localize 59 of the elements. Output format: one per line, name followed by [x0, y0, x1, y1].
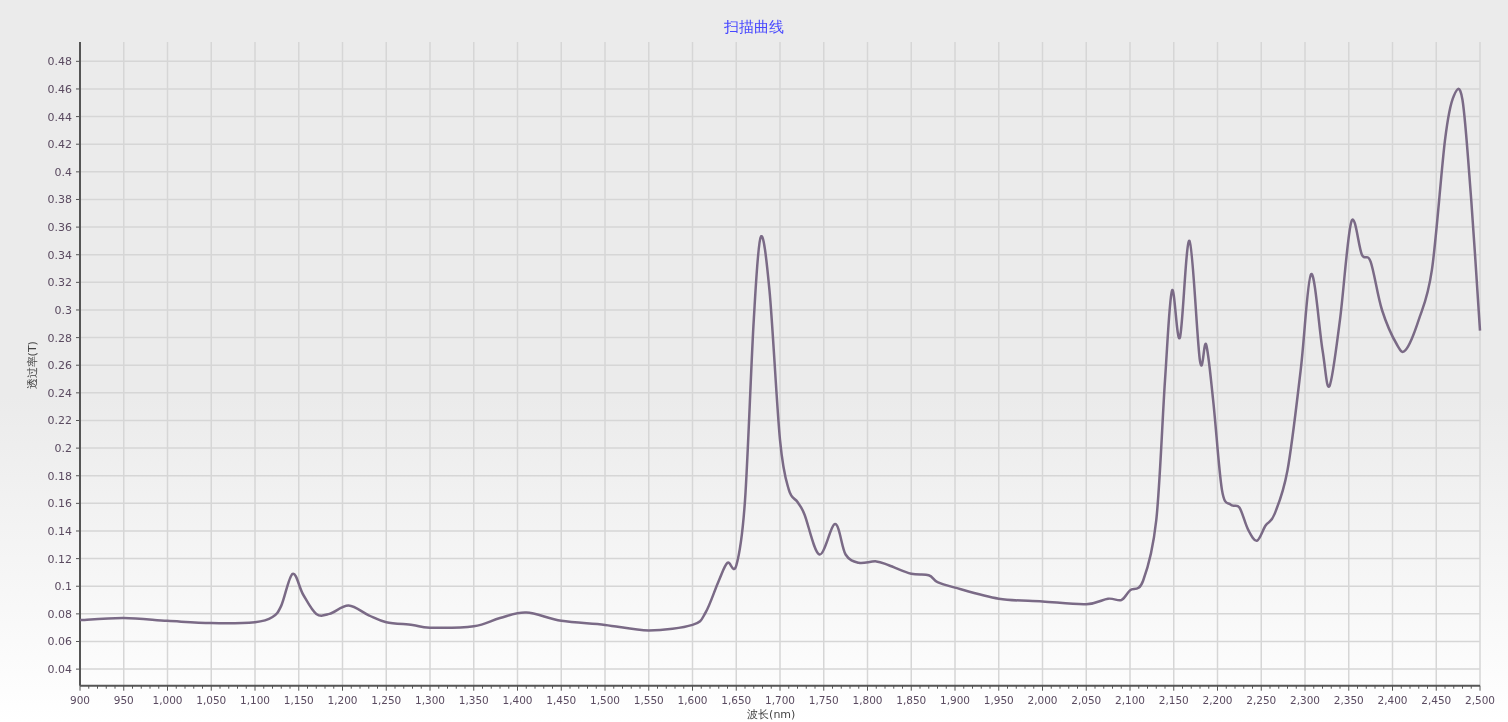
- x-tick-label: 2,400: [1377, 693, 1408, 706]
- y-tick-label: 0.26: [47, 359, 72, 373]
- y-tick-label: 0.18: [47, 469, 72, 483]
- x-tick-label: 1,150: [283, 693, 314, 706]
- y-tick-label: 0.36: [47, 221, 72, 235]
- y-tick-label: 0.32: [47, 276, 72, 290]
- y-tick-label: 0.48: [47, 55, 72, 69]
- x-tick-label: 1,100: [239, 693, 271, 706]
- x-tick-label: 1,350: [458, 693, 489, 706]
- x-tick-label: 1,550: [633, 693, 664, 706]
- x-tick-label: 900: [70, 693, 90, 706]
- x-tick-label: 950: [113, 693, 134, 706]
- x-tick-label: 2,000: [1027, 693, 1058, 706]
- x-tick-label: 1,200: [327, 693, 358, 706]
- y-tick-label: 0.24: [47, 386, 72, 400]
- y-tick-label: 0.46: [47, 82, 72, 96]
- x-tick-label: 1,400: [502, 693, 533, 706]
- y-tick-label: 0.1: [54, 580, 72, 594]
- x-tick-label: 2,350: [1333, 693, 1364, 706]
- y-tick-label: 0.2: [54, 442, 72, 456]
- y-tick-label: 0.42: [47, 138, 72, 152]
- x-tick-label: 1,850: [896, 693, 927, 706]
- y-axis-title: 透过率(T): [26, 341, 39, 390]
- y-tick-label: 0.12: [47, 552, 72, 566]
- x-tick-label: 1,250: [371, 693, 402, 706]
- x-tick-label: 2,300: [1289, 693, 1321, 706]
- x-tick-label: 1,300: [414, 693, 446, 706]
- x-tick-label: 1,650: [721, 693, 752, 706]
- x-tick-label: 2,150: [1158, 693, 1189, 706]
- y-tick-label: 0.06: [47, 635, 72, 649]
- x-tick-label: 1,900: [939, 693, 971, 706]
- y-tick-label: 0.44: [47, 110, 72, 124]
- y-tick-label: 0.4: [54, 165, 72, 179]
- y-tick-label: 0.28: [47, 331, 72, 345]
- x-tick-label: 2,450: [1421, 693, 1452, 706]
- x-tick-label: 1,050: [196, 693, 227, 706]
- y-tick-label: 0.34: [47, 248, 72, 262]
- x-tick-label: 1,750: [808, 693, 839, 706]
- y-tick-label: 0.22: [47, 414, 72, 428]
- y-tick-label: 0.3: [54, 304, 72, 317]
- x-tick-label: 2,500: [1464, 693, 1496, 706]
- chart-title: 扫描曲线: [724, 17, 784, 38]
- x-tick-label: 2,200: [1202, 693, 1233, 706]
- y-tick-label: 0.38: [47, 193, 72, 207]
- x-tick-label: 2,250: [1246, 693, 1277, 706]
- x-tick-label: 1,000: [152, 693, 183, 706]
- x-tick-label: 1,600: [677, 693, 708, 706]
- x-axis-title: 波长(nm): [747, 708, 796, 721]
- y-tick-label: 0.16: [47, 497, 72, 511]
- x-tick-label: 1,700: [764, 693, 796, 706]
- x-tick-label: 1,800: [852, 693, 883, 706]
- x-tick-label: 1,450: [546, 693, 577, 706]
- x-tick-label: 2,100: [1114, 693, 1146, 706]
- x-tick-label: 1,500: [589, 693, 621, 706]
- x-tick-label: 1,950: [983, 693, 1014, 706]
- y-tick-label: 0.14: [47, 525, 72, 538]
- y-tick-label: 0.04: [47, 663, 72, 677]
- y-tick-label: 0.08: [47, 607, 72, 621]
- x-tick-label: 2,050: [1071, 693, 1102, 706]
